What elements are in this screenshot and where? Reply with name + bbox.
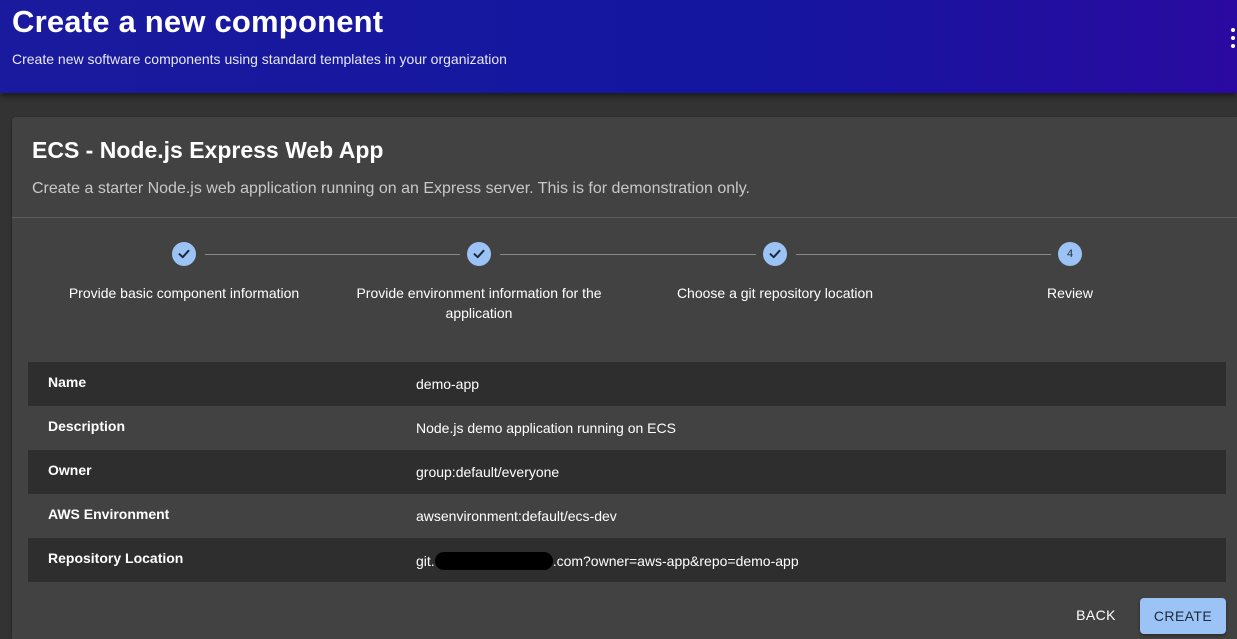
table-row: Name demo-app xyxy=(28,362,1226,406)
row-key: Description xyxy=(48,418,126,434)
page-header: Create a new component Create new softwa… xyxy=(0,0,1237,93)
check-icon xyxy=(769,249,781,259)
row-key: AWS Environment xyxy=(48,506,170,522)
step-connector xyxy=(796,254,1051,255)
check-icon xyxy=(178,249,190,259)
review-table: Name demo-app Description Node.js demo a… xyxy=(28,362,1226,582)
step-1-check-icon[interactable] xyxy=(172,242,196,266)
row-value: group:default/everyone xyxy=(416,464,560,480)
table-row: Owner group:default/everyone xyxy=(28,450,1226,494)
back-button[interactable]: BACK xyxy=(1066,597,1126,633)
step-connector xyxy=(205,254,460,255)
table-row: Repository Location git. .com?owner=aws-a… xyxy=(28,538,1226,582)
divider xyxy=(12,217,1237,218)
row-value: git. .com?owner=aws-app&repo=demo-app xyxy=(416,552,799,570)
template-card: ECS - Node.js Express Web App Create a s… xyxy=(12,117,1237,639)
row-key: Repository Location xyxy=(48,550,184,566)
template-description: Create a starter Node.js web application… xyxy=(32,180,750,197)
step-number: 4 xyxy=(1066,248,1074,260)
row-value: awsenvironment:default/ecs-dev xyxy=(416,508,617,524)
step-3-label: Choose a git repository location xyxy=(676,285,874,301)
table-row: AWS Environment awsenvironment:default/e… xyxy=(28,494,1226,538)
step-1-label: Provide basic component information xyxy=(68,285,300,301)
table-row: Description Node.js demo application run… xyxy=(28,406,1226,450)
row-key: Name xyxy=(48,374,87,390)
stepper: 4 Provide basic component information Pr… xyxy=(12,241,1237,331)
check-icon xyxy=(473,249,485,259)
repo-host-suffix: .com?owner=aws-app&repo=demo-app xyxy=(552,553,799,569)
row-value: Node.js demo application running on ECS xyxy=(416,420,676,436)
kebab-dot xyxy=(1230,28,1235,32)
template-title: ECS - Node.js Express Web App xyxy=(32,137,384,163)
more-vertical-icon[interactable] xyxy=(1228,28,1237,48)
step-2-label: Provide environment information for the … xyxy=(356,285,602,321)
page-title: Create a new component xyxy=(12,4,384,39)
row-value: demo-app xyxy=(416,376,480,392)
step-2-check-icon[interactable] xyxy=(467,242,491,266)
kebab-dot xyxy=(1230,36,1235,40)
row-key: Owner xyxy=(48,462,92,478)
create-button[interactable]: CREATE xyxy=(1140,598,1226,634)
repo-host-prefix: git. xyxy=(416,553,435,569)
page-subtitle: Create new software components using sta… xyxy=(12,51,507,67)
step-3-check-icon[interactable] xyxy=(763,242,787,266)
kebab-dot xyxy=(1230,44,1235,48)
step-connector xyxy=(500,254,756,255)
step-4-number-icon[interactable]: 4 xyxy=(1058,242,1082,266)
step-4-label: Review xyxy=(1047,285,1093,301)
redaction-mark xyxy=(434,552,553,570)
